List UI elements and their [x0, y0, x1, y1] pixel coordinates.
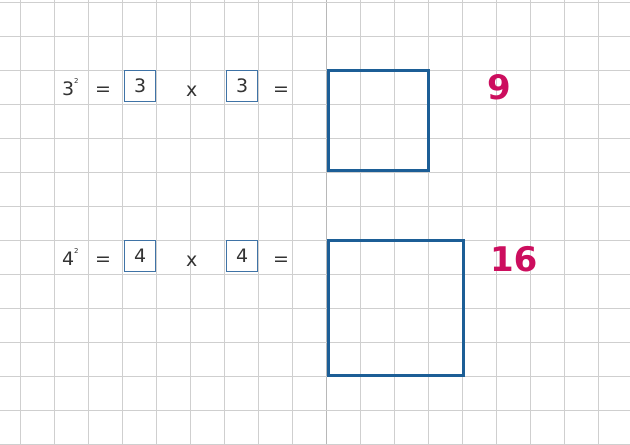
- row-2-equals-sign: =: [95, 248, 111, 270]
- row-2-result: 16: [490, 240, 538, 280]
- row-1-result-equals-sign: =: [273, 78, 289, 100]
- row-2-factor-box-1[interactable]: 4: [124, 240, 156, 272]
- row-2-factor-box-2[interactable]: 4: [226, 240, 258, 272]
- row-1-base: 3: [62, 78, 75, 100]
- row-2-area-square: [327, 239, 465, 377]
- row-1-exponent: 2: [74, 77, 79, 85]
- worksheet-page: 3 2 = 3 x 3 = 9 4 2 = 4 x 4 = 16: [0, 0, 630, 445]
- row-1-result: 9: [487, 68, 511, 108]
- row-1-factor-box-2[interactable]: 3: [226, 70, 258, 102]
- row-2-result-equals-sign: =: [273, 248, 289, 270]
- row-1-factor-box-1[interactable]: 3: [124, 70, 156, 102]
- row-2-power: 4 2: [62, 247, 78, 270]
- row-1-area-square: [327, 69, 430, 172]
- row-1-times-sign: x: [186, 79, 198, 101]
- row-1-power: 3 2: [62, 77, 78, 100]
- row-2-times-sign: x: [186, 249, 198, 271]
- row-2-base: 4: [62, 248, 75, 270]
- row-1-equals-sign: =: [95, 78, 111, 100]
- grid-paper-background: [0, 0, 630, 445]
- row-2-exponent: 2: [74, 247, 79, 255]
